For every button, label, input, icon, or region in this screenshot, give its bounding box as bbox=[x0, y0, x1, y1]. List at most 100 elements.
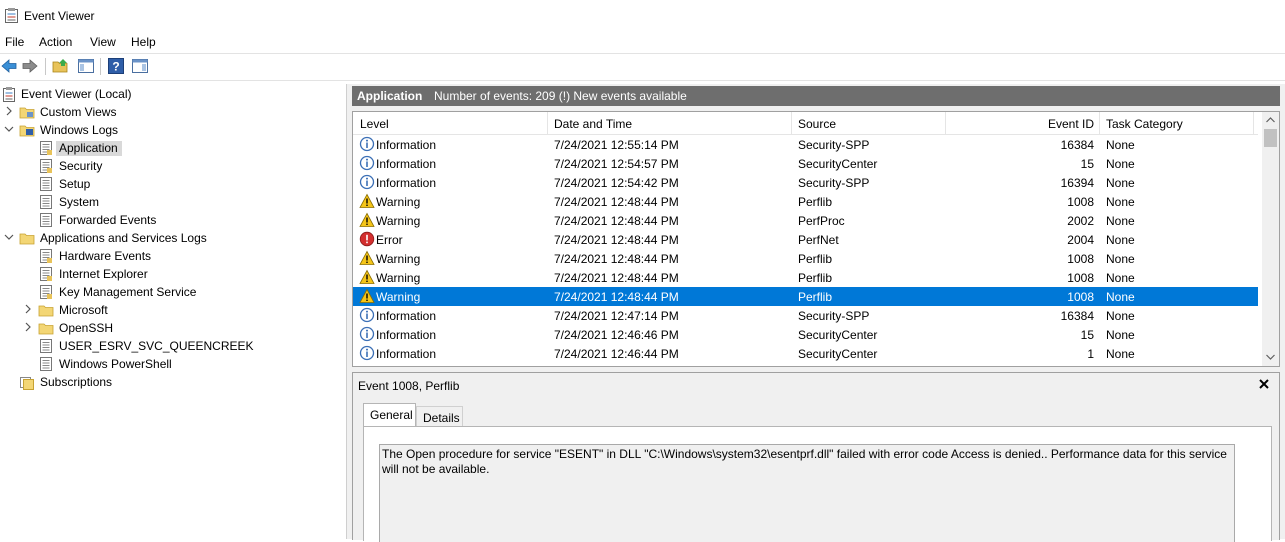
cell-date-and-time: 7/24/2021 12:48:44 PM bbox=[554, 290, 679, 304]
cell-event-id: 1008 bbox=[1067, 252, 1094, 266]
tab-details[interactable]: Details bbox=[416, 406, 463, 426]
column-divider[interactable] bbox=[547, 112, 548, 134]
table-row[interactable]: Information 7/24/2021 12:54:57 PM Security… bbox=[353, 154, 1258, 173]
column-header-event-id[interactable]: Event ID bbox=[952, 117, 1094, 131]
cell-event-id: 1008 bbox=[1067, 290, 1094, 304]
cell-source: SecurityCenter bbox=[798, 328, 878, 342]
tree-item-hardware-events[interactable]: Hardware Events bbox=[0, 247, 346, 265]
chevron-right-icon[interactable] bbox=[23, 321, 33, 333]
show-action-pane-icon[interactable] bbox=[131, 57, 149, 75]
toolbar-separator bbox=[0, 80, 1285, 81]
table-row[interactable]: Information 7/24/2021 12:54:42 PM Security… bbox=[353, 173, 1258, 192]
event-viewer-icon bbox=[3, 87, 15, 102]
cell-task-category: None bbox=[1106, 328, 1135, 342]
tree-item-applications-and-services-logs[interactable]: Applications and Services Logs bbox=[0, 229, 346, 247]
log-header-bar: Application Number of events: 209 (!) Ne… bbox=[352, 86, 1280, 106]
cell-source: Security-SPP bbox=[798, 138, 870, 152]
table-row[interactable]: Information 7/24/2021 12:46:44 PM Security… bbox=[353, 344, 1258, 363]
subscriptions-icon bbox=[20, 377, 34, 390]
cell-task-category: None bbox=[1106, 309, 1135, 323]
cell-level: Warning bbox=[376, 252, 421, 266]
tree-label: Subscriptions bbox=[40, 375, 113, 389]
show-hide-tree-icon[interactable] bbox=[77, 57, 95, 75]
menu-help[interactable]: Help bbox=[131, 35, 156, 49]
table-row[interactable]: Warning 7/24/2021 12:48:44 PM Perflib 1008 N… bbox=[353, 192, 1258, 211]
back-arrow-icon[interactable] bbox=[0, 57, 18, 75]
folder-icon bbox=[19, 233, 35, 245]
scroll-down-icon[interactable] bbox=[1266, 354, 1275, 360]
chevron-right-icon[interactable] bbox=[23, 303, 33, 315]
column-divider[interactable] bbox=[1099, 112, 1100, 134]
tree-item-subscriptions[interactable]: Subscriptions bbox=[0, 373, 346, 391]
table-row[interactable]: Information 7/24/2021 12:46:46 PM Security… bbox=[353, 325, 1258, 344]
cell-event-id: 1008 bbox=[1067, 195, 1094, 209]
cell-level: Information bbox=[376, 138, 437, 152]
tree-item-custom-views[interactable]: Custom Views bbox=[0, 103, 346, 121]
table-row[interactable]: Warning 7/24/2021 12:48:44 PM Perflib 1008 N… bbox=[353, 249, 1258, 268]
tree-item-microsoft[interactable]: Microsoft bbox=[0, 301, 346, 319]
column-header-level[interactable]: Level bbox=[360, 117, 389, 131]
tree-item-windows-logs[interactable]: Windows Logs bbox=[0, 121, 346, 139]
cell-task-category: None bbox=[1106, 138, 1135, 152]
tree-item-key-management-service[interactable]: Key Management Service bbox=[0, 283, 346, 301]
toolbar-divider bbox=[45, 58, 46, 75]
tree-item-openssh[interactable]: OpenSSH bbox=[0, 319, 346, 337]
event-description-box[interactable]: The Open procedure for service "ESENT" i… bbox=[379, 444, 1235, 542]
general-tab-body: The Open procedure for service "ESENT" i… bbox=[363, 426, 1272, 542]
table-row[interactable]: Error 7/24/2021 12:48:44 PM PerfNet 2004 Non… bbox=[353, 230, 1258, 249]
table-row[interactable]: Warning 7/24/2021 12:48:44 PM PerfProc 2002… bbox=[353, 211, 1258, 230]
tree-item-forwarded-events[interactable]: Forwarded Events bbox=[0, 211, 346, 229]
event-detail-pane: Event 1008, Perflib General Details The … bbox=[352, 372, 1280, 542]
event-viewer-icon bbox=[5, 8, 18, 23]
table-row[interactable]: Warning 7/24/2021 12:48:44 PM Perflib 1008 N… bbox=[353, 268, 1258, 287]
chevron-down-icon[interactable] bbox=[4, 123, 14, 135]
scrollbar-thumb[interactable] bbox=[1264, 129, 1277, 147]
tree-label: System bbox=[59, 195, 100, 209]
vertical-scrollbar[interactable] bbox=[1262, 112, 1279, 366]
tree-item-user-esrv-svc-queencreek[interactable]: USER_ESRV_SVC_QUEENCREEK bbox=[0, 337, 346, 355]
table-header: Level Date and Time Source Event ID Task… bbox=[353, 112, 1258, 135]
open-folder-icon[interactable] bbox=[52, 57, 70, 75]
menu-file[interactable]: File bbox=[5, 35, 24, 49]
chevron-down-icon[interactable] bbox=[4, 231, 14, 243]
menu-action[interactable]: Action bbox=[39, 35, 72, 49]
tree-item-application[interactable]: Application bbox=[0, 139, 346, 157]
column-header-source[interactable]: Source bbox=[798, 117, 836, 131]
cell-event-id: 16394 bbox=[1060, 176, 1094, 190]
help-icon[interactable]: ? bbox=[107, 57, 125, 75]
tree-item-setup[interactable]: Setup bbox=[0, 175, 346, 193]
cell-level: Warning bbox=[376, 271, 421, 285]
column-divider[interactable] bbox=[945, 112, 946, 134]
column-divider[interactable] bbox=[1253, 112, 1254, 134]
tree-item-event-viewer-local[interactable]: Event Viewer (Local) bbox=[0, 85, 346, 103]
tree-item-internet-explorer[interactable]: Internet Explorer bbox=[0, 265, 346, 283]
cell-date-and-time: 7/24/2021 12:48:44 PM bbox=[554, 271, 679, 285]
cell-date-and-time: 7/24/2021 12:55:14 PM bbox=[554, 138, 679, 152]
close-icon[interactable] bbox=[1257, 377, 1271, 391]
tree-label: Applications and Services Logs bbox=[40, 231, 207, 245]
menu-view[interactable]: View bbox=[90, 35, 116, 49]
table-row[interactable]: Warning 7/24/2021 12:48:44 PM Perflib 1008 N… bbox=[353, 287, 1258, 306]
folder-icon bbox=[19, 125, 35, 137]
tree-item-security[interactable]: Security bbox=[0, 157, 346, 175]
window-title: Event Viewer bbox=[24, 9, 95, 23]
tab-general[interactable]: General bbox=[363, 403, 416, 427]
cell-date-and-time: 7/24/2021 12:46:44 PM bbox=[554, 347, 679, 361]
log-icon bbox=[40, 249, 52, 263]
column-divider[interactable] bbox=[791, 112, 792, 134]
tree-label: Security bbox=[59, 159, 103, 173]
scroll-up-icon[interactable] bbox=[1266, 117, 1275, 123]
chevron-right-icon[interactable] bbox=[4, 105, 14, 117]
tree-item-windows-powershell[interactable]: Windows PowerShell bbox=[0, 355, 346, 373]
column-header-task-category[interactable]: Task Category bbox=[1106, 117, 1183, 131]
navigation-tree: Event Viewer (Local) Custom Views Window… bbox=[0, 84, 346, 539]
information-icon bbox=[359, 307, 375, 323]
table-row[interactable]: Information 7/24/2021 12:55:14 PM Security… bbox=[353, 135, 1258, 154]
tree-item-system[interactable]: System bbox=[0, 193, 346, 211]
log-icon bbox=[40, 357, 52, 371]
tree-label: Event Viewer (Local) bbox=[21, 87, 132, 101]
table-row[interactable]: Information 7/24/2021 12:47:14 PM Security… bbox=[353, 306, 1258, 325]
forward-arrow-icon[interactable] bbox=[21, 57, 39, 75]
log-icon bbox=[40, 159, 52, 173]
column-header-date-and-time[interactable]: Date and Time bbox=[554, 117, 632, 131]
